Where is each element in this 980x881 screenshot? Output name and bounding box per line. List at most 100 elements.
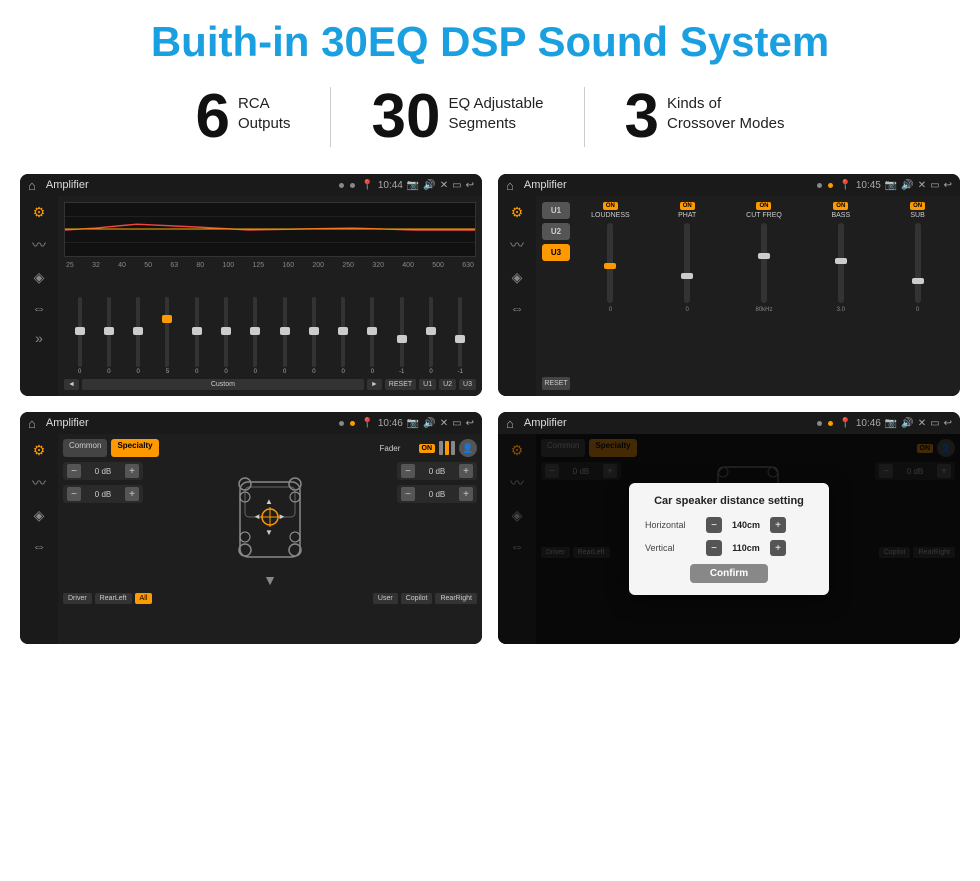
eq-reset-btn[interactable]: RESET: [385, 379, 416, 390]
crossover-screen: ⌂ Amplifier 📍 10:45 📷 🔊 ✕ ▭ ↩ ⚙ 〰 ◈ ⇔: [498, 174, 960, 396]
fader-minus-rb[interactable]: −: [401, 487, 415, 501]
fader-tab-specialty[interactable]: Specialty: [111, 439, 158, 457]
fader-down-arrow-icon[interactable]: ▼: [263, 572, 277, 588]
fader-car-layout: − 0 dB + − 0 dB +: [63, 462, 477, 588]
dist-close-icon[interactable]: ✕: [918, 418, 926, 429]
fader-sidebar-arrows-icon[interactable]: ⇔: [32, 538, 46, 554]
dist-window-icon[interactable]: ▭: [930, 418, 939, 429]
pin-icon: 📍: [361, 180, 373, 191]
close-icon[interactable]: ✕: [440, 180, 448, 191]
fader-minus-lb[interactable]: −: [67, 487, 81, 501]
back-icon[interactable]: ↩: [466, 180, 474, 191]
eq-slider-9[interactable]: 0: [330, 297, 357, 375]
dist-home-icon[interactable]: ⌂: [506, 416, 514, 431]
cross-sub-on[interactable]: ON: [910, 202, 925, 210]
fader-rearleft-btn[interactable]: RearLeft: [95, 593, 132, 604]
screens-grid: ⌂ Amplifier 📍 10:44 📷 🔊 ✕ ▭ ↩ ⚙ 〰 ◈ ⇔: [0, 164, 980, 664]
home-icon[interactable]: ⌂: [28, 178, 36, 193]
eq-sidebar-wave-icon[interactable]: 〰: [32, 235, 46, 255]
cross-u1-btn[interactable]: U1: [542, 202, 570, 219]
dist-back-icon[interactable]: ↩: [944, 418, 952, 429]
eq-slider-6[interactable]: 0: [242, 297, 269, 375]
dialog-horizontal-stepper[interactable]: − 140cm +: [706, 517, 786, 533]
fader-plus-lb[interactable]: +: [125, 487, 139, 501]
cross-sidebar-wave-icon[interactable]: 〰: [510, 235, 524, 255]
fader-plus-lt[interactable]: +: [125, 464, 139, 478]
eq-sidebar-arrows-icon[interactable]: ⇔: [32, 300, 46, 316]
fader-plus-rb[interactable]: +: [459, 487, 473, 501]
fader-window-icon[interactable]: ▭: [452, 418, 461, 429]
cross-phat-slider[interactable]: [684, 223, 690, 303]
cross-u2-btn[interactable]: U2: [542, 223, 570, 240]
eq-next-btn[interactable]: ►: [367, 379, 382, 390]
eq-slider-3[interactable]: 5: [154, 297, 181, 375]
cross-u3-btn[interactable]: U3: [542, 244, 570, 261]
fader-sidebar-filter-icon[interactable]: ⚙: [33, 442, 46, 459]
fader-sidebar-wave-icon[interactable]: 〰: [32, 473, 46, 493]
eq-prev-btn[interactable]: ◄: [64, 379, 79, 390]
cross-phat-on[interactable]: ON: [680, 202, 695, 210]
eq-u2-btn[interactable]: U2: [439, 379, 456, 390]
dialog-vertical-stepper[interactable]: − 110cm +: [706, 540, 786, 556]
fader-back-icon[interactable]: ↩: [466, 418, 474, 429]
fader-rearright-btn[interactable]: RearRight: [435, 593, 477, 604]
dist-status-bar: ⌂ Amplifier 📍 10:46 📷 🔊 ✕ ▭ ↩: [498, 412, 960, 434]
eq-u1-btn[interactable]: U1: [419, 379, 436, 390]
cross-window-icon[interactable]: ▭: [930, 180, 939, 191]
eq-slider-8[interactable]: 0: [300, 297, 327, 375]
camera-icon: 📷: [407, 180, 419, 191]
eq-slider-0[interactable]: 0: [66, 297, 93, 375]
fader-time: 10:46: [378, 418, 403, 429]
eq-slider-4[interactable]: 0: [183, 297, 210, 375]
cross-bass-on[interactable]: ON: [833, 202, 848, 210]
window-icon[interactable]: ▭: [452, 180, 461, 191]
fader-copilot-btn[interactable]: Copilot: [401, 593, 433, 604]
eq-sidebar-speaker-icon[interactable]: ◈: [34, 269, 45, 286]
eq-slider-11[interactable]: -1: [388, 297, 415, 375]
eq-graph: [64, 202, 476, 257]
eq-slider-7[interactable]: 0: [271, 297, 298, 375]
cross-loudness-on[interactable]: ON: [603, 202, 618, 210]
cross-sidebar-filter-icon[interactable]: ⚙: [511, 204, 524, 221]
cross-sidebar-arrows-icon[interactable]: ⇔: [510, 300, 524, 316]
fader-driver-btn[interactable]: Driver: [63, 593, 92, 604]
eq-slider-13[interactable]: -1: [447, 297, 474, 375]
eq-sidebar-next-icon[interactable]: »: [35, 330, 43, 346]
stat-text-rca: RCAOutputs: [238, 86, 291, 133]
dialog-vertical-minus[interactable]: −: [706, 540, 722, 556]
eq-slider-10[interactable]: 0: [359, 297, 386, 375]
cross-sidebar-speaker-icon[interactable]: ◈: [512, 269, 523, 286]
cross-back-icon[interactable]: ↩: [944, 180, 952, 191]
dialog-confirm-button[interactable]: Confirm: [690, 564, 768, 583]
cross-bass-slider[interactable]: [838, 223, 844, 303]
fader-user-btn[interactable]: User: [373, 593, 398, 604]
eq-slider-2[interactable]: 0: [125, 297, 152, 375]
fader-on-badge[interactable]: ON: [419, 444, 436, 453]
eq-slider-12[interactable]: 0: [417, 297, 444, 375]
fader-sidebar-speaker-icon[interactable]: ◈: [34, 507, 45, 524]
fader-minus-lt[interactable]: −: [67, 464, 81, 478]
fader-minus-rt[interactable]: −: [401, 464, 415, 478]
fader-home-icon[interactable]: ⌂: [28, 416, 36, 431]
eq-custom-btn[interactable]: Custom: [82, 379, 364, 390]
cross-sub-slider[interactable]: [915, 223, 921, 303]
cross-loudness-slider[interactable]: [607, 223, 613, 303]
fader-plus-rt[interactable]: +: [459, 464, 473, 478]
eq-slider-1[interactable]: 0: [95, 297, 122, 375]
fader-close-icon[interactable]: ✕: [440, 418, 448, 429]
cross-u-buttons: U1 U2 U3 RESET: [542, 202, 570, 390]
cross-cutfreq-slider[interactable]: [761, 223, 767, 303]
eq-sidebar-filter-icon[interactable]: ⚙: [33, 204, 46, 221]
dialog-horizontal-plus[interactable]: +: [770, 517, 786, 533]
dialog-horizontal-minus[interactable]: −: [706, 517, 722, 533]
eq-u3-btn[interactable]: U3: [459, 379, 476, 390]
cross-reset-btn[interactable]: RESET: [542, 377, 570, 390]
fader-profile-icon[interactable]: 👤: [459, 439, 477, 457]
cross-cutfreq-on[interactable]: ON: [756, 202, 771, 210]
fader-tab-common[interactable]: Common: [63, 439, 107, 457]
cross-close-icon[interactable]: ✕: [918, 180, 926, 191]
cross-home-icon[interactable]: ⌂: [506, 178, 514, 193]
dialog-vertical-plus[interactable]: +: [770, 540, 786, 556]
eq-slider-5[interactable]: 0: [212, 297, 239, 375]
fader-all-btn[interactable]: All: [135, 593, 153, 604]
